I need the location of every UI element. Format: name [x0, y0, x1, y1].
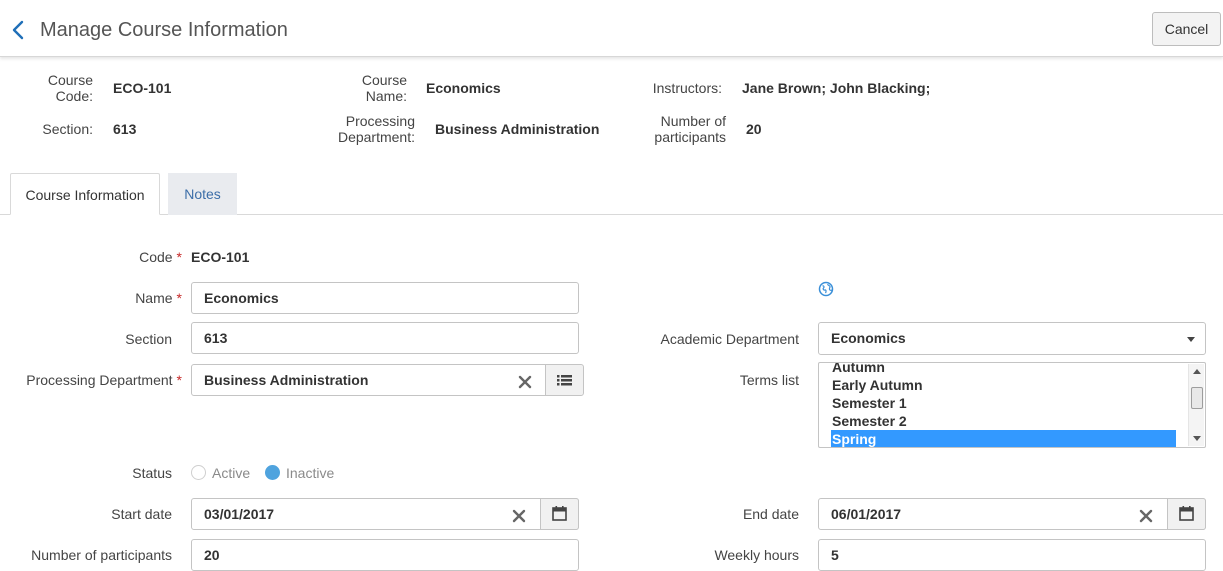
terms-list-label: Terms list	[739, 372, 799, 388]
participants-label: Number of participants	[31, 547, 172, 563]
cancel-button[interactable]: Cancel	[1152, 12, 1221, 46]
start-date-input[interactable]: 03/01/2017	[191, 498, 579, 530]
summary-course-name-label: Course Name:	[361, 72, 407, 104]
summary-participants-label: Number of participants	[654, 113, 726, 145]
name-input[interactable]: Economics	[191, 282, 579, 314]
summary-instructors-value: Jane Brown; John Blacking;	[742, 80, 931, 96]
scroll-up-icon[interactable]	[1193, 369, 1201, 374]
required-marker: *	[176, 249, 182, 265]
list-item[interactable]: Semester 2	[831, 412, 1176, 430]
clear-icon[interactable]	[516, 371, 534, 389]
participants-input[interactable]: 20	[191, 539, 579, 571]
summary-section-label: Section:	[42, 121, 93, 137]
list-item[interactable]: Early Autumn	[831, 376, 1176, 394]
list-item[interactable]: Autumn	[831, 363, 1176, 376]
start-date-label: Start date	[111, 506, 172, 522]
summary-processing-department-label: Processing Department:	[337, 113, 415, 145]
name-label: Name *	[135, 290, 182, 306]
page-title: Manage Course Information	[40, 19, 288, 41]
clear-icon[interactable]	[510, 505, 528, 523]
chevron-left-icon	[12, 20, 24, 40]
summary-section-value: 613	[113, 121, 137, 137]
tab-course-information[interactable]: Course Information	[10, 173, 160, 215]
listbox-scrollbar[interactable]	[1188, 364, 1204, 446]
status-label: Status	[132, 465, 172, 481]
start-date-calendar-button[interactable]	[540, 498, 579, 530]
processing-department-label: Processing Department *	[26, 372, 182, 388]
page-header: Manage Course Information Cancel	[0, 0, 1223, 57]
back-button[interactable]	[8, 17, 30, 43]
summary-participants-value: 20	[746, 121, 762, 137]
scroll-thumb[interactable]	[1191, 387, 1203, 409]
calendar-icon	[552, 506, 567, 521]
end-date-input[interactable]: 06/01/2017	[818, 498, 1206, 530]
summary-course-name-value: Economics	[426, 80, 501, 96]
list-item-selected[interactable]: Spring	[831, 430, 1176, 447]
code-value: ECO-101	[191, 249, 250, 265]
clear-icon[interactable]	[1137, 505, 1155, 523]
scroll-down-icon[interactable]	[1193, 436, 1201, 441]
weekly-hours-input[interactable]: 5	[818, 539, 1206, 571]
academic-department-label: Academic Department	[660, 331, 799, 347]
academic-department-select[interactable]: Economics	[818, 322, 1206, 355]
summary-course-code-label: Course Code:	[47, 72, 93, 104]
end-date-calendar-button[interactable]	[1167, 498, 1206, 530]
summary-processing-department-value: Business Administration	[435, 121, 600, 137]
calendar-icon	[1179, 506, 1194, 521]
section-input[interactable]: 613	[191, 322, 579, 354]
weekly-hours-label: Weekly hours	[714, 547, 799, 563]
list-item[interactable]: Semester 1	[831, 394, 1176, 412]
globe-icon[interactable]	[818, 281, 834, 297]
status-active-radio[interactable]: Active	[191, 465, 261, 483]
code-label: Code *	[139, 249, 182, 265]
lookup-list-button[interactable]	[545, 364, 584, 396]
required-marker: *	[176, 290, 182, 306]
radio-checked-icon	[265, 465, 280, 480]
summary-course-code-value: ECO-101	[113, 80, 172, 96]
processing-department-input[interactable]: Business Administration	[191, 364, 584, 396]
status-inactive-radio[interactable]: Inactive	[265, 465, 345, 483]
section-label: Section	[125, 331, 172, 347]
required-marker: *	[176, 372, 182, 388]
tab-notes[interactable]: Notes	[168, 173, 237, 215]
end-date-label: End date	[742, 506, 799, 522]
list-icon	[557, 375, 572, 386]
summary-instructors-label: Instructors:	[652, 80, 722, 96]
terms-listbox[interactable]: Autumn Early Autumn Semester 1 Semester …	[818, 362, 1206, 448]
dropdown-caret-icon	[1187, 337, 1195, 342]
radio-unchecked-icon	[191, 465, 206, 480]
